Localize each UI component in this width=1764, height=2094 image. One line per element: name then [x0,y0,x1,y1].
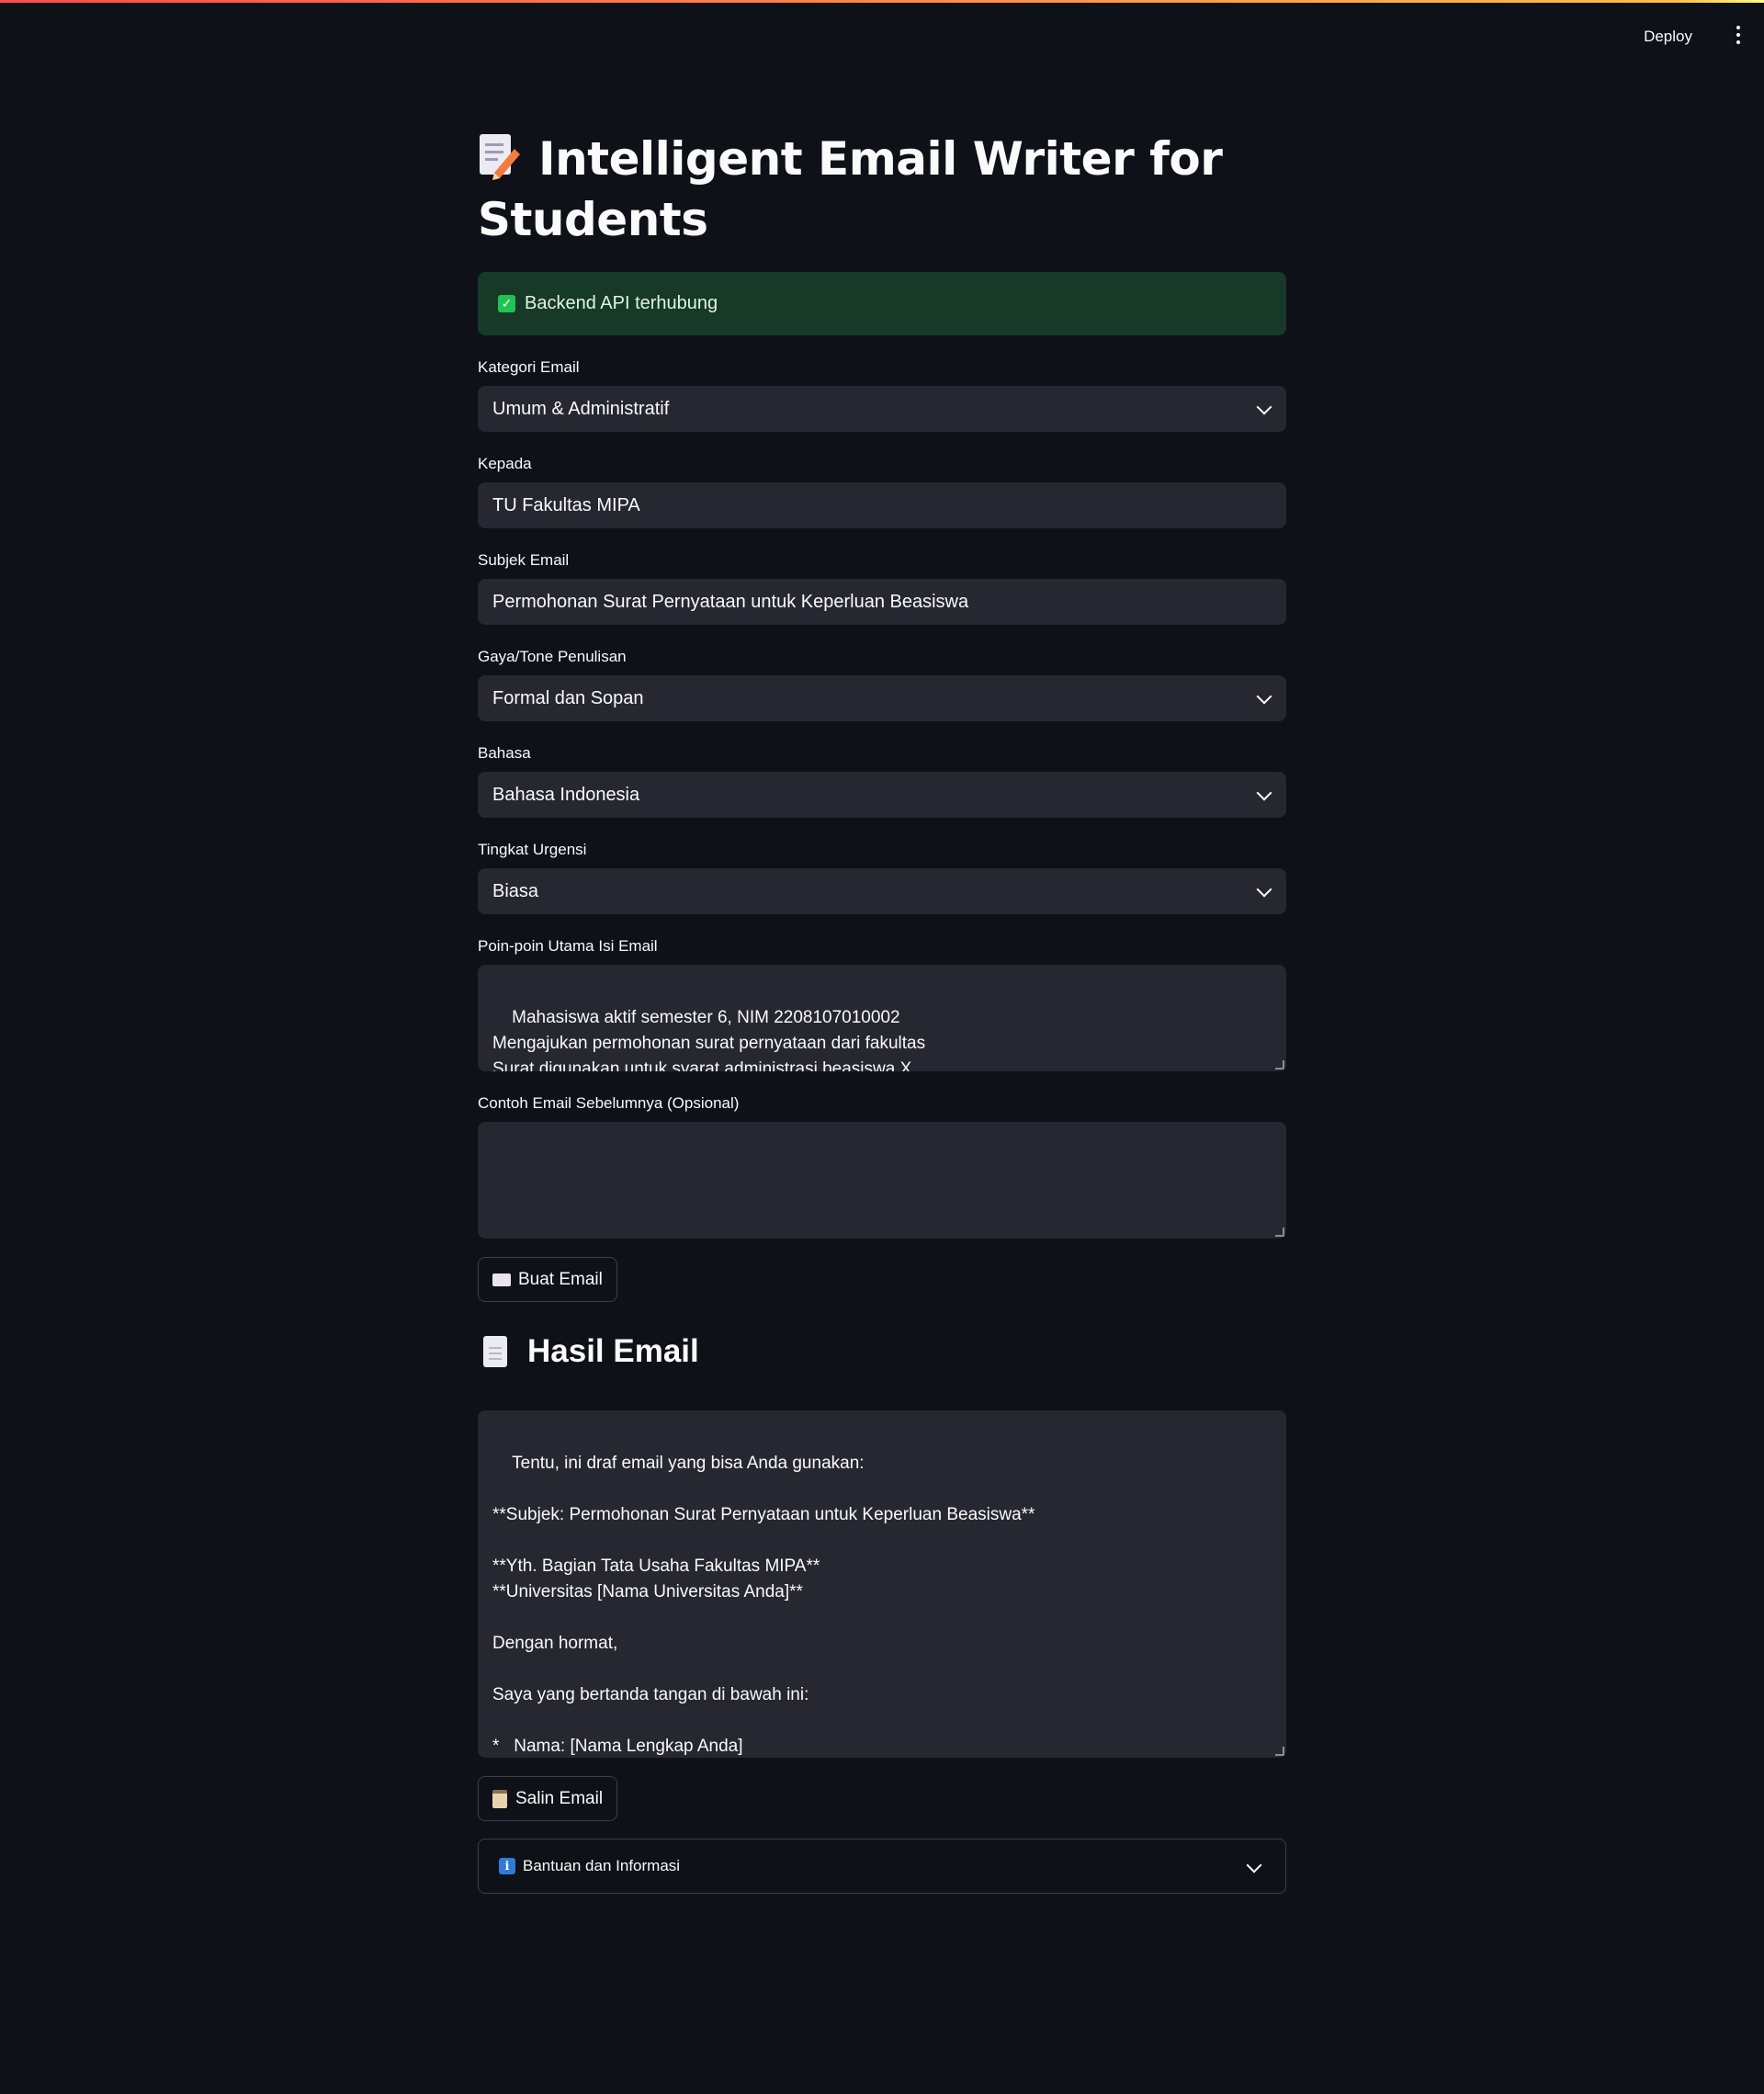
clipboard-icon [492,1789,507,1808]
page-title: Intelligent Email Writer for Students [478,129,1286,250]
poin-value: Mahasiswa aktif semester 6, NIM 22081070… [492,1008,926,1071]
app-header: Deploy [0,0,1764,83]
chevron-down-icon [1246,1857,1262,1873]
vertical-ellipsis-icon[interactable] [1729,26,1747,59]
result-text: Tentu, ini draf email yang bisa Anda gun… [492,1454,1035,1756]
information-icon: i [499,1858,515,1874]
main-content: Intelligent Email Writer for Students ✓ … [478,129,1286,1894]
page-facing-up-icon [483,1336,507,1367]
envelope-icon [492,1273,511,1286]
chevron-down-icon [1256,399,1272,415]
help-label: Bantuan dan Informasi [523,1857,681,1874]
chevron-down-icon [1256,688,1272,705]
kepada-value: TU Fakultas MIPA [492,494,640,515]
kategori-label: Kategori Email [478,358,580,376]
kategori-value: Umum & Administratif [492,398,670,419]
bahasa-select[interactable]: Bahasa Indonesia [478,772,1286,818]
poin-textarea[interactable]: Mahasiswa aktif semester 6, NIM 22081070… [478,965,1286,1071]
gaya-select[interactable]: Formal dan Sopan [478,675,1286,721]
contoh-label: Contoh Email Sebelumnya (Opsional) [478,1094,740,1112]
buat-email-button[interactable]: Buat Email [478,1257,617,1302]
resize-handle[interactable] [1275,1747,1284,1756]
gaya-label: Gaya/Tone Penulisan [478,648,627,665]
status-alert: ✓ Backend API terhubung [478,272,1286,335]
contoh-textarea[interactable] [478,1122,1286,1239]
result-heading: Hasil Email [478,1333,1286,1370]
gaya-value: Formal dan Sopan [492,687,644,708]
chevron-down-icon [1256,785,1272,801]
check-mark-icon: ✓ [498,295,515,312]
help-expander[interactable]: i Bantuan dan Informasi [478,1839,1286,1894]
urgensi-select[interactable]: Biasa [478,868,1286,914]
kepada-input[interactable]: TU Fakultas MIPA [478,482,1286,528]
bahasa-value: Bahasa Indonesia [492,784,640,805]
urgensi-label: Tingkat Urgensi [478,841,587,858]
page-title-text: Intelligent Email Writer for Students [478,132,1223,246]
subjek-value: Permohonan Surat Pernyataan untuk Keperl… [492,591,969,612]
salin-email-label: Salin Email [515,1788,604,1808]
subjek-label: Subjek Email [478,551,570,569]
poin-label: Poin-poin Utama Isi Email [478,937,658,955]
urgensi-value: Biasa [492,880,539,901]
memo-pencil-icon [478,132,520,180]
result-heading-text: Hasil Email [527,1333,699,1369]
salin-email-button[interactable]: Salin Email [478,1776,618,1821]
chevron-down-icon [1256,881,1272,898]
bahasa-label: Bahasa [478,744,531,762]
resize-handle[interactable] [1275,1060,1284,1070]
buat-email-label: Buat Email [518,1269,603,1289]
status-message: Backend API terhubung [525,293,718,313]
result-textarea[interactable]: Tentu, ini draf email yang bisa Anda gun… [478,1410,1286,1758]
kepada-label: Kepada [478,455,532,472]
kategori-select[interactable]: Umum & Administratif [478,386,1286,432]
deploy-button[interactable]: Deploy [1638,27,1698,47]
resize-handle[interactable] [1275,1228,1284,1237]
subjek-input[interactable]: Permohonan Surat Pernyataan untuk Keperl… [478,579,1286,625]
